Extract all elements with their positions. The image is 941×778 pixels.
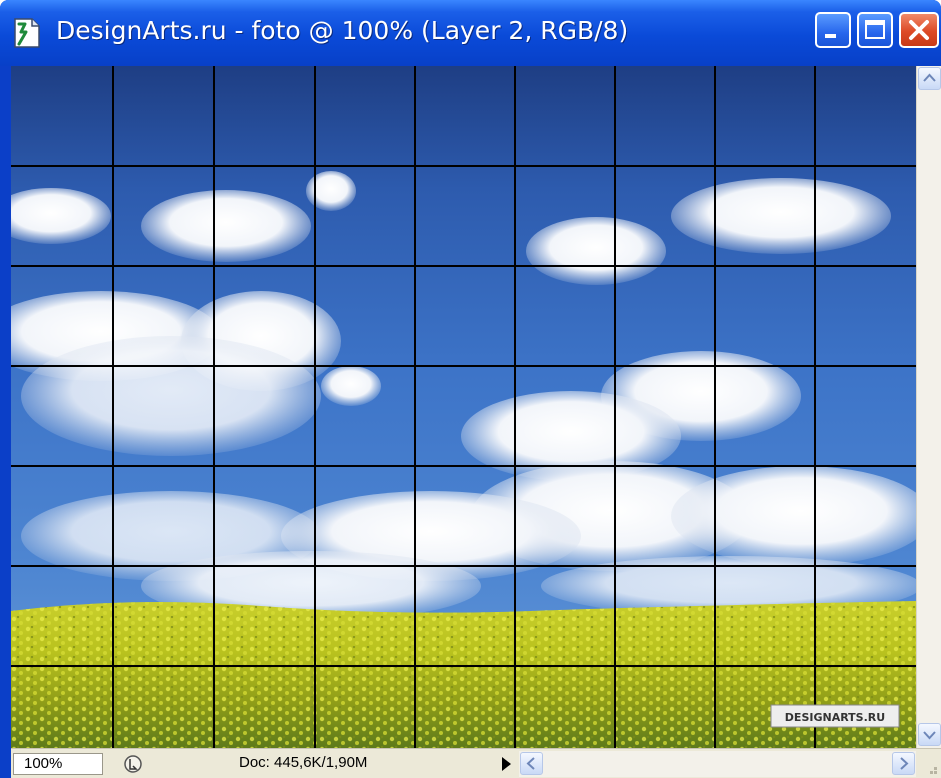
- status-bar: 100% Doc: 445,6K/1,90M: [11, 748, 941, 778]
- maximize-button[interactable]: [857, 12, 893, 48]
- zoom-field[interactable]: 100%: [13, 753, 103, 775]
- landscape-photo: DESIGNARTS.RU: [11, 66, 916, 748]
- title-bar[interactable]: DesignArts.ru - foto @ 100% (Layer 2, RG…: [0, 0, 941, 66]
- resize-grip-icon[interactable]: [916, 749, 941, 778]
- window-title: DesignArts.ru - foto @ 100% (Layer 2, RG…: [56, 16, 629, 45]
- close-button[interactable]: [899, 12, 939, 48]
- chevron-up-icon: [923, 73, 936, 82]
- watermark: DESIGNARTS.RU: [770, 704, 900, 728]
- vertical-scrollbar[interactable]: [916, 66, 941, 748]
- image-canvas[interactable]: DESIGNARTS.RU: [11, 66, 916, 748]
- minimize-button[interactable]: [815, 12, 851, 48]
- triangle-right-icon[interactable]: [499, 755, 513, 773]
- scroll-down-button[interactable]: [918, 723, 941, 746]
- chevron-down-icon: [923, 731, 936, 740]
- chevron-left-icon: [526, 757, 535, 770]
- document-size-info: Doc: 445,6K/1,90M: [239, 754, 368, 771]
- close-icon: [909, 20, 929, 40]
- photoshop-document-icon: [14, 18, 40, 48]
- scroll-up-button[interactable]: [918, 67, 941, 90]
- status-info-icon[interactable]: [119, 752, 147, 776]
- chevron-right-icon: [900, 757, 909, 770]
- horizontal-scrollbar[interactable]: [519, 751, 916, 777]
- scroll-left-button[interactable]: [520, 752, 543, 775]
- scroll-right-button[interactable]: [892, 752, 915, 775]
- document-client-area: DESIGNARTS.RU 100% Doc: 445,6K/1,90M: [11, 66, 941, 778]
- svg-text:DESIGNARTS.RU: DESIGNARTS.RU: [785, 711, 885, 724]
- document-window: DesignArts.ru - foto @ 100% (Layer 2, RG…: [0, 0, 941, 778]
- maximize-icon: [865, 20, 885, 39]
- minimize-icon: [825, 34, 836, 38]
